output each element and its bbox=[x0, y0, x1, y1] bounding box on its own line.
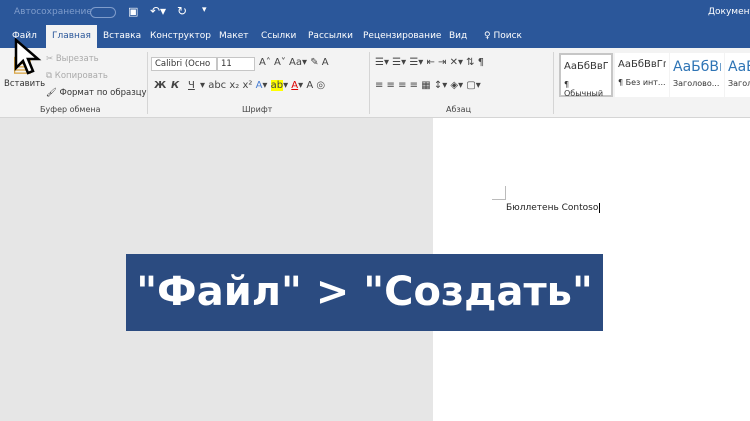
tab-layout[interactable]: Макет bbox=[213, 25, 255, 48]
tab-mailings[interactable]: Рассылки bbox=[302, 25, 359, 48]
tab-review[interactable]: Рецензирование bbox=[357, 25, 447, 48]
customize-icon[interactable]: ▾ bbox=[202, 5, 207, 15]
autosave-label: Автосохранение bbox=[14, 7, 92, 17]
caption-banner: "Файл" > "Создать" bbox=[126, 254, 603, 331]
tab-references[interactable]: Ссылки bbox=[255, 25, 302, 48]
style-heading1[interactable]: АаБбВı Заголово... bbox=[670, 53, 724, 97]
style-heading2[interactable]: АаБбЗагол bbox=[725, 53, 750, 97]
list-icons[interactable]: ☰▾ ☰▾ ☰▾ ⇤ ⇥ ✕▾ ⇅ ¶ bbox=[375, 57, 484, 68]
style-normal[interactable]: АаБбВвГгД¶ Обычный bbox=[559, 53, 613, 98]
font-format-icons[interactable]: ▾ abc x₂ x² A▾ ab▾ A▾ A ◎ bbox=[200, 80, 325, 91]
italic-button[interactable]: К bbox=[171, 80, 179, 91]
search-box[interactable]: ♀ Поиск bbox=[478, 25, 528, 48]
title-bar: Автосохранение ▣ ↶▾ ↻ ▾ Документ bbox=[0, 0, 750, 25]
bold-button[interactable]: Ж bbox=[154, 80, 166, 91]
underline-button[interactable]: Ч bbox=[188, 80, 195, 91]
margin-mark bbox=[492, 186, 506, 200]
save-icon[interactable]: ▣ bbox=[128, 5, 138, 18]
paragraph-group-label: Абзац bbox=[446, 105, 472, 114]
align-icons[interactable]: ≡ ≡ ≡ ≡ ▦ ↕▾ ◈▾ ▢▾ bbox=[375, 80, 481, 91]
copy-button[interactable]: ⧉ Копировать bbox=[46, 71, 108, 81]
undo-icon[interactable]: ↶▾ bbox=[150, 4, 166, 18]
mouse-cursor-icon bbox=[14, 38, 42, 75]
ribbon-tabs: Файл Главная Вставка Конструктор Макет С… bbox=[0, 25, 750, 48]
document-text[interactable]: Бюллетень Contoso bbox=[506, 203, 601, 213]
lightbulb-icon: ♀ bbox=[484, 31, 491, 41]
tab-view[interactable]: Вид bbox=[443, 25, 473, 48]
font-name-select[interactable]: Calibri (Осно bbox=[151, 57, 217, 71]
style-no-spacing[interactable]: АаБбВвГгД¶ Без инт... bbox=[615, 53, 669, 97]
tab-insert[interactable]: Вставка bbox=[97, 25, 147, 48]
paste-button[interactable]: Вставить bbox=[4, 79, 45, 89]
tab-design[interactable]: Конструктор bbox=[144, 25, 217, 48]
font-size-select[interactable]: 11 bbox=[217, 57, 255, 71]
document-title: Документ bbox=[708, 7, 750, 17]
redo-icon[interactable]: ↻ bbox=[177, 4, 187, 18]
autosave-toggle[interactable] bbox=[90, 7, 116, 18]
cut-button[interactable]: ✂ Вырезать bbox=[46, 54, 99, 64]
format-painter-button[interactable]: 🖌 Формат по образцу bbox=[46, 88, 147, 98]
clipboard-group-label: Буфер обмена bbox=[40, 105, 101, 114]
font-group-label: Шрифт bbox=[242, 105, 273, 114]
ribbon: ▤ Вставить ✂ Вырезать ⧉ Копировать 🖌 Фор… bbox=[0, 48, 750, 118]
font-size-controls-icon[interactable]: A˄ A˅ Aa▾ ✎ A bbox=[259, 57, 329, 68]
tab-home[interactable]: Главная bbox=[46, 25, 97, 48]
